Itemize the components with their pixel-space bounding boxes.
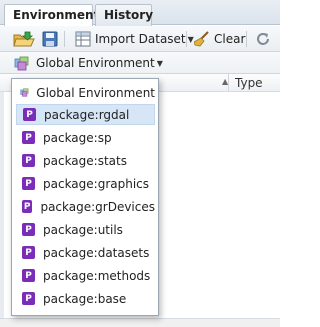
menu-item-label: package:graphics: [43, 176, 150, 191]
menu-item-label: package:stats: [43, 153, 127, 168]
menu-item-package-rgdal[interactable]: P package:rgdal: [16, 104, 155, 125]
menu-item-label: package:datasets: [43, 245, 150, 260]
package-icon: P: [22, 131, 35, 144]
pane-bottom-strip: [0, 318, 280, 327]
menu-item-package-datasets[interactable]: P package:datasets: [16, 242, 155, 263]
menu-item-label: package:grDevices: [40, 199, 155, 214]
package-icon: P: [22, 177, 35, 190]
menu-item-label: package:utils: [43, 222, 123, 237]
menu-item-label: package:sp: [43, 130, 112, 145]
menu-item-global-environment[interactable]: Global Environment: [16, 82, 155, 103]
menu-item-package-grdevices[interactable]: P package:grDevices: [16, 196, 155, 217]
menu-item-package-graphics[interactable]: P package:graphics: [16, 173, 155, 194]
package-icon: P: [22, 269, 35, 282]
refresh-button[interactable]: [255, 29, 271, 49]
import-dataset-icon: [75, 31, 91, 47]
package-icon: P: [22, 246, 35, 259]
toolbar-separator: [64, 31, 65, 47]
package-icon: P: [22, 223, 35, 236]
pane-tabbar: Environment History: [0, 0, 280, 26]
environment-toolbar: Import Dataset ▼ Clear: [0, 26, 280, 52]
menu-item-package-stats[interactable]: P package:stats: [16, 150, 155, 171]
chevron-down-icon: ▼: [156, 58, 163, 68]
clear-label: Clear: [214, 32, 246, 46]
refresh-icon: [257, 33, 269, 45]
package-icon: P: [23, 108, 36, 121]
environment-selector[interactable]: Global Environment ▼: [14, 54, 163, 72]
tab-environment[interactable]: Environment: [4, 4, 99, 26]
toolbar-separator: [246, 31, 247, 47]
package-icon: P: [22, 154, 35, 167]
menu-item-label: package:rgdal: [44, 107, 130, 122]
environment-bar: Global Environment ▼: [0, 52, 280, 74]
menu-item-package-methods[interactable]: P package:methods: [16, 265, 155, 286]
broom-icon: [194, 31, 209, 47]
menu-item-label: package:base: [43, 291, 127, 306]
menu-item-label: Global Environment: [36, 85, 155, 100]
menu-item-package-utils[interactable]: P package:utils: [16, 219, 155, 240]
save-workspace-button[interactable]: [42, 29, 58, 49]
environment-cube-icon: [20, 88, 29, 97]
save-icon: [42, 31, 58, 47]
menu-item-label: package:methods: [43, 268, 151, 283]
toolbar-separator: [186, 31, 187, 47]
environment-cube-icon: [14, 56, 29, 70]
import-dataset-label: Import Dataset: [95, 32, 186, 46]
environment-dropdown-menu: Global Environment P package:rgdal P pac…: [11, 78, 159, 316]
environment-selector-label: Global Environment: [36, 56, 155, 70]
package-icon: P: [22, 200, 33, 213]
pane-left-edge: [0, 92, 4, 327]
import-dataset-button[interactable]: Import Dataset ▼: [74, 29, 194, 49]
open-workspace-button[interactable]: [13, 29, 35, 49]
menu-item-package-base[interactable]: P package:base: [16, 288, 155, 309]
tab-history[interactable]: History: [95, 4, 153, 26]
folder-open-icon: [13, 31, 35, 47]
clear-workspace-button[interactable]: Clear: [194, 29, 245, 49]
menu-item-package-sp[interactable]: P package:sp: [16, 127, 155, 148]
package-icon: P: [22, 292, 35, 305]
chevron-down-icon: ▼: [187, 34, 194, 44]
column-header-type[interactable]: Type: [228, 74, 263, 92]
